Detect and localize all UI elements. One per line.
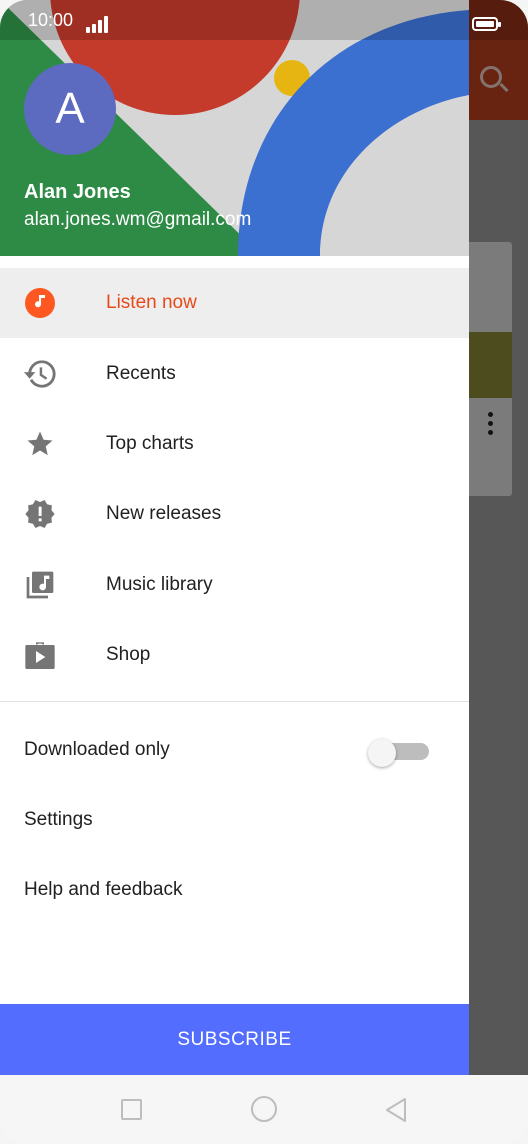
menu-item-label: Listen now bbox=[106, 292, 197, 314]
drawer-menu: Listen now Recents Top charts New releas… bbox=[0, 268, 469, 690]
subscribe-button[interactable]: SUBSCRIBE bbox=[0, 1004, 469, 1075]
new-releases-icon bbox=[24, 498, 56, 530]
menu-item-label: Shop bbox=[106, 644, 151, 666]
downloaded-only-row[interactable]: Downloaded only bbox=[0, 715, 469, 785]
star-icon bbox=[24, 428, 56, 460]
home-button[interactable] bbox=[251, 1096, 277, 1122]
recent-apps-button[interactable] bbox=[121, 1099, 142, 1120]
menu-item-top-charts[interactable]: Top charts bbox=[0, 409, 469, 479]
menu-item-new-releases[interactable]: New releases bbox=[0, 479, 469, 549]
downloaded-only-label: Downloaded only bbox=[24, 739, 170, 760]
shop-icon bbox=[24, 639, 56, 671]
help-and-feedback-label: Help and feedback bbox=[24, 879, 183, 900]
music-note-icon bbox=[24, 287, 56, 319]
status-bar: 10:00 bbox=[0, 0, 528, 40]
divider bbox=[0, 701, 469, 702]
history-icon bbox=[24, 358, 56, 390]
account-name: Alan Jones bbox=[24, 181, 131, 203]
downloaded-only-toggle[interactable] bbox=[368, 739, 430, 767]
navigation-drawer: A Alan Jones alan.jones.wm@gmail.com Lis… bbox=[0, 0, 469, 1075]
menu-item-label: Recents bbox=[106, 362, 176, 384]
menu-item-music-library[interactable]: Music library bbox=[0, 550, 469, 620]
settings-label: Settings bbox=[24, 809, 93, 830]
back-icon[interactable] bbox=[384, 1097, 408, 1123]
system-nav-bar bbox=[0, 1075, 528, 1144]
library-music-icon bbox=[24, 569, 56, 601]
menu-item-listen-now[interactable]: Listen now bbox=[0, 268, 469, 339]
menu-item-label: Top charts bbox=[106, 432, 194, 454]
menu-item-label: New releases bbox=[106, 503, 222, 525]
account-email[interactable]: alan.jones.wm@gmail.com bbox=[24, 209, 251, 231]
help-and-feedback-item[interactable]: Help and feedback bbox=[0, 855, 469, 925]
menu-item-shop[interactable]: Shop bbox=[0, 620, 469, 690]
battery-icon bbox=[472, 17, 501, 31]
menu-item-recents[interactable]: Recents bbox=[0, 338, 469, 408]
avatar[interactable]: A bbox=[24, 63, 116, 155]
phone-screen: 10:00 A Alan Jones alan.jones.wm@gmail.c… bbox=[0, 0, 528, 1144]
settings-item[interactable]: Settings bbox=[0, 785, 469, 855]
toggle-knob bbox=[368, 739, 396, 767]
menu-item-label: Music library bbox=[106, 573, 213, 595]
signal-icon bbox=[86, 15, 110, 33]
status-time: 10:00 bbox=[28, 10, 74, 30]
